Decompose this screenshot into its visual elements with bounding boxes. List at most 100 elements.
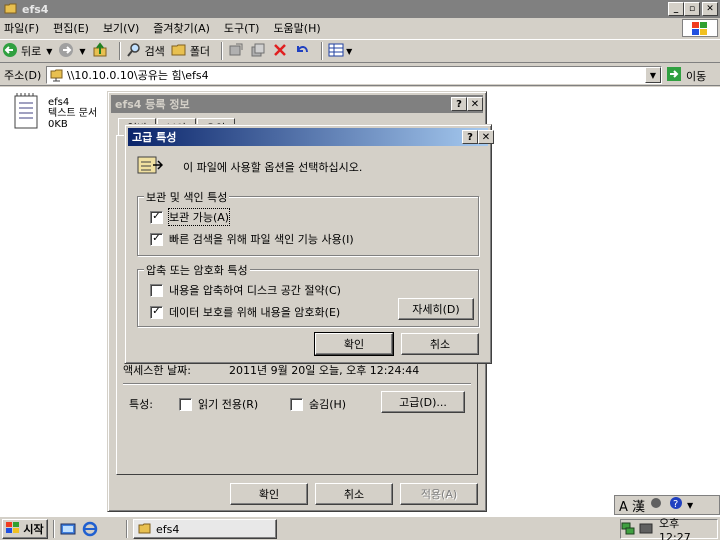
address-bar: 주소(D) \\10.10.0.10\공유는 힘\efs4 ▼ 이동 <box>0 64 720 86</box>
toolbar: 뒤로 ▼ ▼ 검색 폴더 ▼ <box>0 39 720 63</box>
chevron-down-icon: ▼ <box>346 46 353 56</box>
delete-x-icon <box>272 42 288 61</box>
description: 이 파일에 사용할 옵션을 선택하십시오. <box>183 161 363 174</box>
help-button[interactable]: ? <box>451 97 467 111</box>
ime-pad-icon[interactable] <box>649 496 663 514</box>
folder-icon <box>138 522 152 537</box>
ime-mode[interactable]: A 漢 <box>619 496 645 515</box>
system-tray: 오후 12:27 <box>620 517 718 540</box>
archive-checkbox[interactable]: ✓ 보관 가능(A) <box>150 208 231 226</box>
file-item-efs4[interactable]: efs4 텍스트 문서 0KB <box>12 93 97 134</box>
network-icon[interactable] <box>621 521 635 538</box>
advanced-button[interactable]: 고급(D)... <box>381 391 465 413</box>
apply-button[interactable]: 적용(A) <box>400 483 478 505</box>
start-button[interactable]: 시작 <box>2 519 48 539</box>
accessed-label: 액세스한 날짜: <box>123 364 191 377</box>
undo-icon <box>294 42 310 61</box>
undo-button[interactable] <box>294 42 310 61</box>
copy-to-button[interactable] <box>250 42 266 61</box>
toolbar-separator <box>321 42 324 60</box>
file-size: 0KB <box>48 119 68 130</box>
go-arrow-icon <box>666 66 682 85</box>
back-button[interactable]: 뒤로 ▼ <box>2 42 52 61</box>
advanced-titlebar[interactable]: 고급 특성 ? ✕ <box>128 128 494 146</box>
advanced-attributes-dialog: 고급 특성 ? ✕ 이 파일에 사용할 옵션을 선택하십시오. 보관 및 색인 … <box>124 124 494 364</box>
checkbox-checked-icon: ✓ <box>150 210 163 224</box>
advanced-title: 고급 특성 <box>132 131 177 144</box>
help-icon[interactable]: ? <box>669 496 683 514</box>
hidden-checkbox[interactable]: 숨김(H) <box>290 396 346 412</box>
close-button[interactable]: ✕ <box>702 2 718 16</box>
address-input[interactable]: \\10.10.0.10\공유는 힘\efs4 ▼ <box>46 66 662 84</box>
address-dropdown-button[interactable]: ▼ <box>645 67 661 83</box>
accessed-value: 2011년 9월 20일 오늘, 오후 12:24:44 <box>229 364 420 377</box>
minimize-button[interactable]: _ <box>668 2 684 16</box>
ok-button[interactable]: 확인 <box>314 332 394 356</box>
ok-button[interactable]: 확인 <box>230 483 308 505</box>
checkbox-checked-icon: ✓ <box>150 305 163 319</box>
attributes-label: 특성: <box>129 398 153 411</box>
checkbox-box <box>179 397 192 411</box>
toolbar-separator <box>221 42 224 60</box>
checkbox-box <box>150 283 163 297</box>
menu-view[interactable]: 보기(V) <box>103 20 139 36</box>
menu-tools[interactable]: 도구(T) <box>224 20 260 36</box>
close-button[interactable]: ✕ <box>467 97 483 111</box>
file-name: efs4 <box>48 97 70 108</box>
folder-icon <box>4 2 18 17</box>
toolbar-separator <box>118 42 121 60</box>
network-folder-icon <box>50 68 64 85</box>
ime-language-bar[interactable]: A 漢 ? ▼ <box>614 495 720 515</box>
readonly-checkbox[interactable]: 읽기 전용(R) <box>179 396 258 412</box>
group-label: 보관 및 색인 특성 <box>144 189 230 205</box>
move-to-button[interactable] <box>228 42 244 61</box>
menu-file[interactable]: 파일(F) <box>4 20 39 36</box>
folder-icon <box>171 42 187 61</box>
cancel-button[interactable]: 취소 <box>401 333 479 355</box>
taskbar: 시작 efs4 오후 12:27 <box>0 516 720 540</box>
volume-icon[interactable] <box>639 521 653 538</box>
search-icon <box>126 42 142 61</box>
views-button[interactable]: ▼ <box>328 42 352 61</box>
checkbox-checked-icon: ✓ <box>150 232 163 246</box>
properties-titlebar[interactable]: efs4 등록 정보 ? ✕ <box>111 95 483 113</box>
encrypt-checkbox[interactable]: ✓ 데이터 보호를 위해 내용을 암호화(E) <box>150 304 340 320</box>
back-arrow-icon <box>2 42 18 61</box>
up-folder-icon <box>92 41 108 61</box>
file-type: 텍스트 문서 <box>48 108 98 119</box>
show-desktop-icon[interactable] <box>60 521 76 540</box>
divider <box>123 383 471 385</box>
properties-title: efs4 등록 정보 <box>115 98 190 111</box>
help-button[interactable]: ? <box>462 130 478 144</box>
search-button[interactable]: 검색 <box>126 42 165 61</box>
folders-button[interactable]: 폴더 <box>171 42 210 61</box>
chevron-down-icon: ▼ <box>79 46 86 56</box>
taskbar-button-efs4[interactable]: efs4 <box>133 519 277 539</box>
cancel-button[interactable]: 취소 <box>315 483 393 505</box>
internet-explorer-icon[interactable] <box>82 521 98 540</box>
taskbar-separator <box>126 520 128 538</box>
menu-bar: 파일(F) 편집(E) 보기(V) 즐겨찾기(A) 도구(T) 도움말(H) <box>0 18 720 38</box>
go-button[interactable]: 이동 <box>666 66 706 85</box>
restore-button[interactable]: ▫ <box>684 2 700 16</box>
window-title: efs4 <box>22 2 49 16</box>
compress-encrypt-group: 압축 또는 암호화 특성 내용을 압축하여 디스크 공간 절약(C) ✓ 데이터… <box>137 262 479 327</box>
close-button[interactable]: ✕ <box>478 130 494 144</box>
details-button[interactable]: 자세히(D) <box>398 298 474 320</box>
chevron-down-icon[interactable]: ▼ <box>687 501 693 510</box>
address-label: 주소(D) <box>4 68 42 82</box>
forward-button[interactable]: ▼ <box>58 42 86 61</box>
explorer-titlebar[interactable]: efs4 _ ▫ ✕ <box>0 0 720 18</box>
clock[interactable]: 오후 12:27 <box>659 515 711 540</box>
up-folder-button[interactable] <box>92 41 108 61</box>
text-document-icon <box>12 93 42 134</box>
index-checkbox[interactable]: ✓ 빠른 검색을 위해 파일 색인 기능 사용(I) <box>150 231 354 247</box>
forward-arrow-icon <box>58 42 74 61</box>
delete-button[interactable] <box>272 42 288 61</box>
menu-favorites[interactable]: 즐겨찾기(A) <box>153 20 210 36</box>
menu-edit[interactable]: 편집(E) <box>53 20 89 36</box>
chevron-down-icon: ▼ <box>46 46 53 56</box>
views-grid-icon <box>328 42 344 61</box>
compress-checkbox[interactable]: 내용을 압축하여 디스크 공간 절약(C) <box>150 282 341 298</box>
menu-help[interactable]: 도움말(H) <box>273 20 320 36</box>
